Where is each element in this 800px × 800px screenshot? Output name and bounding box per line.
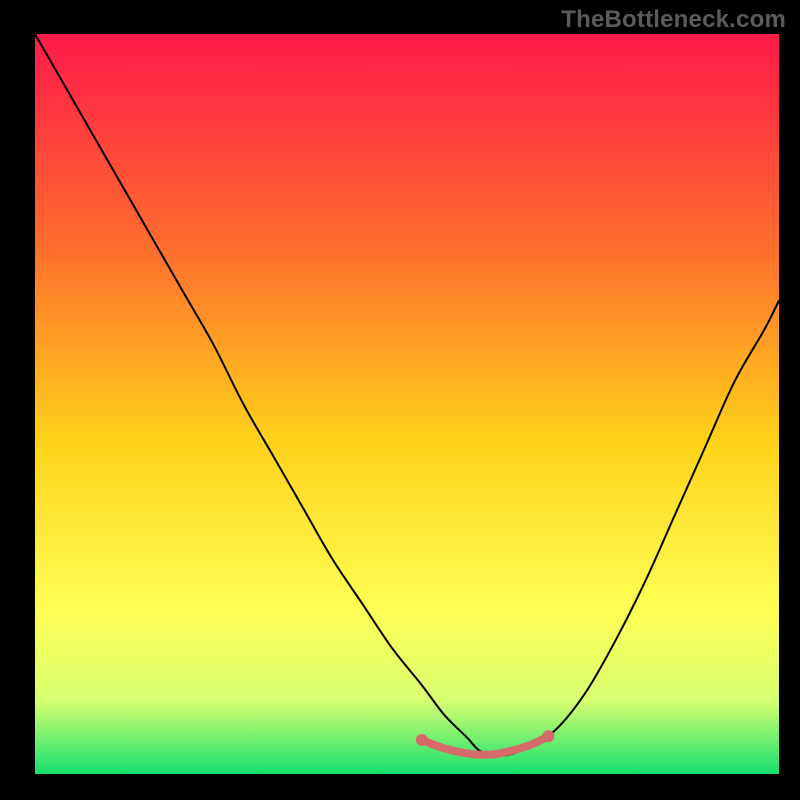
optimal-range-end-dot — [542, 730, 554, 742]
plot-background — [35, 34, 779, 774]
optimal-range-start-dot — [416, 734, 428, 746]
chart-svg — [0, 0, 800, 800]
chart-container: { "watermark": "TheBottleneck.com", "col… — [0, 0, 800, 800]
watermark-text: TheBottleneck.com — [561, 6, 786, 34]
